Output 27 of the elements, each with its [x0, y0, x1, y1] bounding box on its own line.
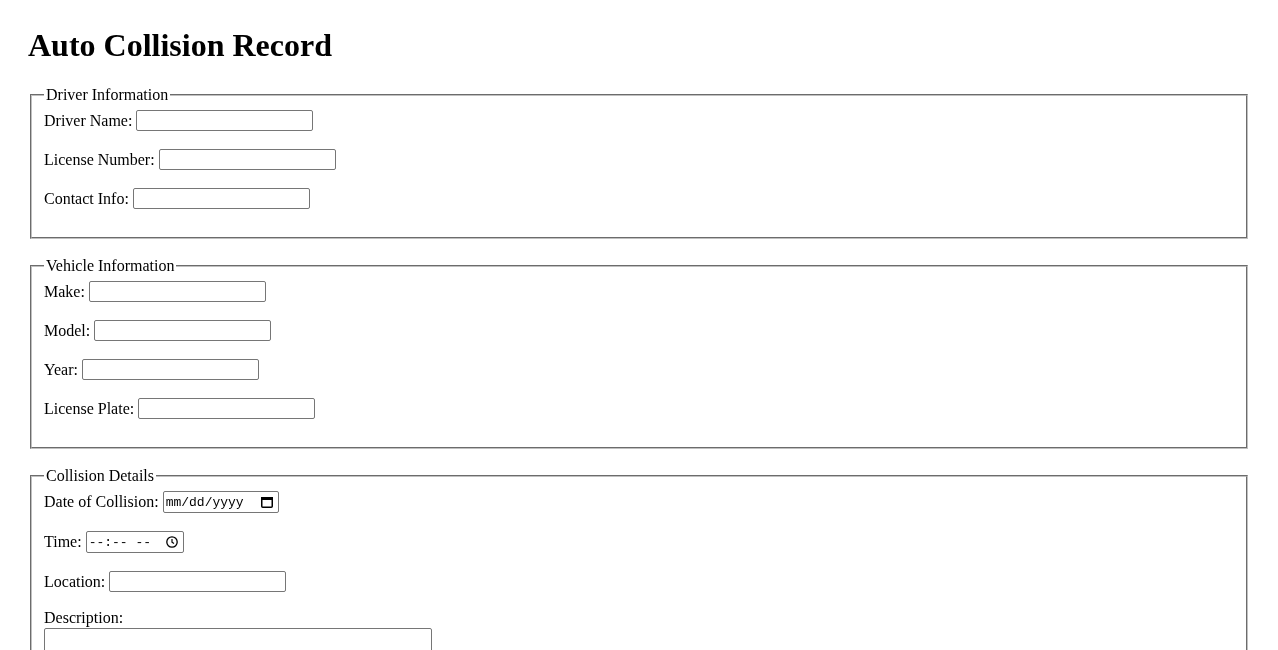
field-label: Model: — [44, 321, 91, 340]
field-label: License Number: — [44, 150, 155, 169]
field-label: Year: — [44, 360, 78, 379]
text-field[interactable] — [138, 398, 316, 419]
text-field[interactable] — [132, 188, 310, 209]
field-label: Location: — [44, 572, 106, 591]
section-legend: Driver Information — [44, 86, 171, 104]
text-field[interactable] — [94, 320, 272, 341]
text-field[interactable] — [81, 359, 259, 380]
time-field[interactable]: --:-- -- — [85, 531, 184, 553]
date-field[interactable]: mm/dd/yyyy — [162, 491, 279, 513]
field-label: Time: — [44, 533, 82, 551]
field-label: Contact Info: — [44, 189, 129, 208]
text-field[interactable] — [158, 149, 336, 170]
text-field[interactable] — [109, 571, 287, 592]
clock-icon[interactable] — [165, 536, 178, 548]
field-label: License Plate: — [44, 399, 135, 418]
field-label: Description: — [44, 609, 124, 627]
field-label: Make: — [44, 282, 85, 301]
field-label: Driver Name: — [44, 111, 133, 130]
text-field[interactable] — [88, 281, 266, 302]
text-field[interactable] — [136, 110, 314, 131]
calendar-icon[interactable] — [260, 496, 273, 508]
page-title: Auto Collision Record — [28, 27, 332, 64]
section-legend: Collision Details — [44, 467, 156, 485]
section-legend: Vehicle Information — [44, 257, 177, 275]
field-label: Date of Collision: — [44, 493, 159, 511]
